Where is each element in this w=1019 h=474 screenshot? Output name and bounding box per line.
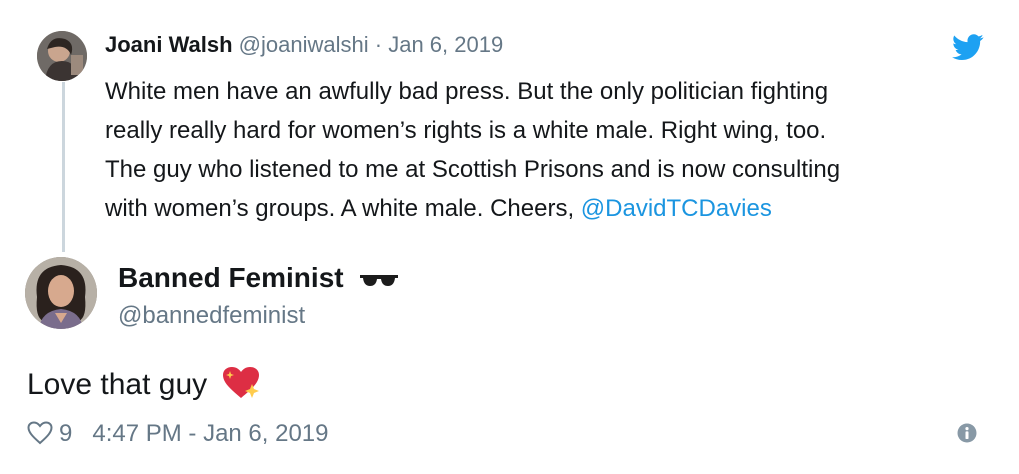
- quoted-text-line: with women’s groups. A white male. Cheer…: [105, 189, 985, 228]
- quoted-text-line: The guy who listened to me at Scottish P…: [105, 156, 841, 183]
- reply-timestamp[interactable]: 4:47 PM - Jan 6, 2019: [92, 420, 328, 447]
- quoted-text-line: White men have an awfully bad press. But…: [105, 78, 829, 105]
- reply-author-handle[interactable]: @bannedfeminist: [118, 302, 305, 330]
- quoted-text-line-part: with women’s groups. A white male. Cheer…: [105, 195, 581, 222]
- quoted-tweet-text: White men have an awfully bad press. But…: [105, 72, 985, 228]
- avatar-joani-walsh[interactable]: [37, 31, 87, 81]
- mention-link[interactable]: @DavidTCDavies: [581, 195, 772, 222]
- quoted-tweet-date[interactable]: Jan 6, 2019: [388, 32, 503, 57]
- reply-footer: 9 4:47 PM - Jan 6, 2019: [27, 420, 329, 452]
- quoted-text-line: really really hard for women’s rights is…: [105, 117, 827, 144]
- reply-tweet-text: Love that guy: [27, 366, 261, 408]
- header-separator: ·: [374, 32, 383, 57]
- like-count: 9: [59, 420, 73, 447]
- twitter-bird-icon[interactable]: [952, 34, 984, 66]
- reply-author-name-row: Banned Feminist: [118, 262, 399, 296]
- sparkling-heart-icon: [221, 366, 261, 408]
- thread-connector-line: [62, 82, 65, 252]
- quoted-author-name[interactable]: Joani Walsh: [105, 32, 233, 57]
- sunglasses-icon: [359, 264, 399, 296]
- quoted-tweet-header: Joani Walsh @joaniwalshi · Jan 6, 2019: [105, 32, 503, 58]
- reply-text: Love that guy: [27, 368, 208, 401]
- info-icon[interactable]: [957, 423, 977, 448]
- avatar-banned-feminist[interactable]: [25, 257, 97, 329]
- reply-author-name[interactable]: Banned Feminist: [118, 262, 344, 293]
- quoted-author-handle[interactable]: @joaniwalshi: [239, 32, 369, 57]
- heart-outline-icon[interactable]: [27, 421, 53, 452]
